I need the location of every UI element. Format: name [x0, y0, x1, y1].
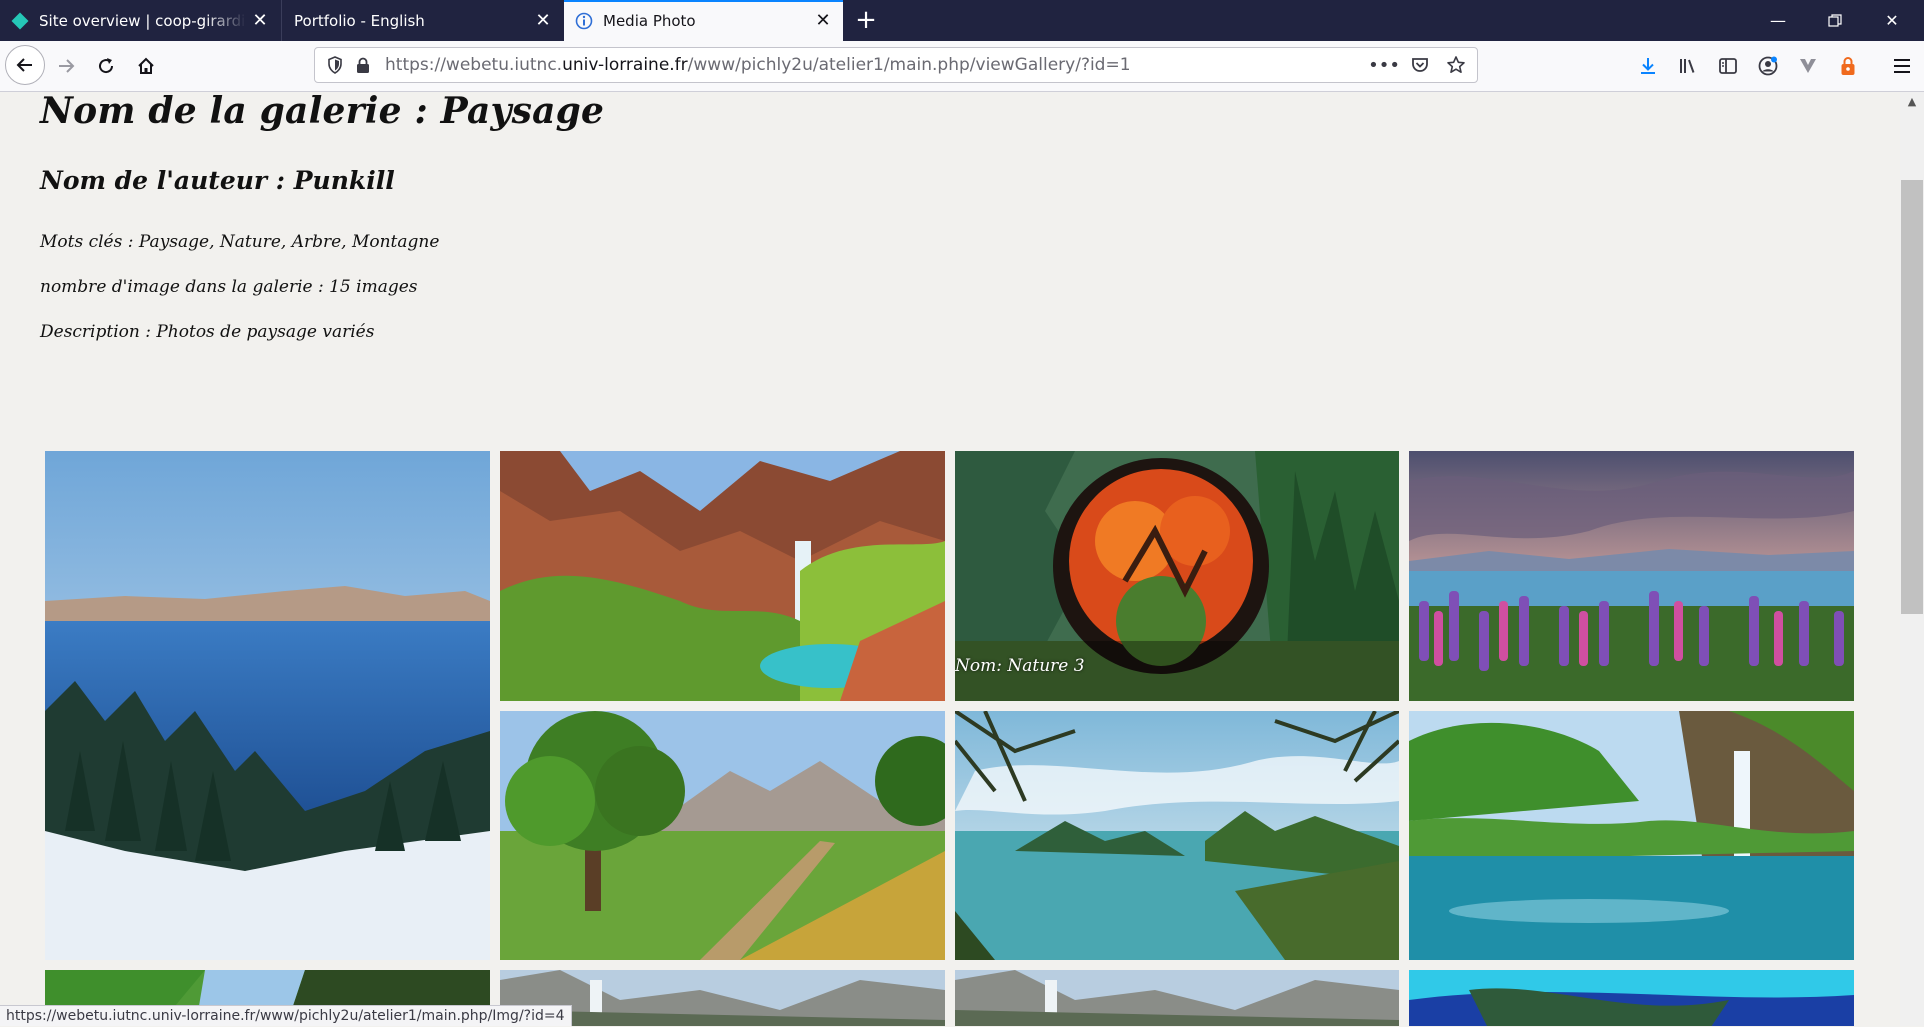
tracking-shield-icon[interactable]: [325, 56, 345, 74]
gallery-thumbnail-nature-3[interactable]: Nom: Nature 3: [955, 451, 1399, 701]
gallery-image-count: nombre d'image dans la galerie : 15 imag…: [40, 277, 418, 297]
tab-title: Portfolio - English: [294, 11, 425, 30]
gallery-thumbnail-row3-4[interactable]: [1409, 970, 1854, 1026]
gallery-thumbnail-lupins[interactable]: [1409, 451, 1854, 701]
scroll-up-arrow-icon[interactable]: ▲: [1900, 92, 1924, 112]
tab-media-photo[interactable]: Media Photo ✕: [564, 0, 843, 41]
gallery-thumbnail-waterfall-lake[interactable]: [1409, 711, 1854, 960]
gallery-thumbnail-row3-3[interactable]: [955, 970, 1399, 1026]
gallery-keywords: Mots clés : Paysage, Nature, Arbre, Mont…: [40, 232, 440, 252]
sidebar-icon[interactable]: [1708, 48, 1748, 84]
library-icon[interactable]: [1668, 48, 1708, 84]
account-icon[interactable]: [1748, 48, 1788, 84]
menu-hamburger-icon[interactable]: [1882, 48, 1922, 84]
close-tab-icon[interactable]: ✕: [809, 10, 837, 31]
downloads-icon[interactable]: [1628, 48, 1668, 84]
tab-site-overview[interactable]: Site overview | coop-girardinvil ✕: [0, 0, 280, 41]
navigation-toolbar: https://webetu.iutnc.univ-lorraine.fr/ww…: [0, 41, 1924, 92]
new-tab-icon[interactable]: +: [850, 4, 882, 36]
lock-icon[interactable]: [353, 57, 373, 74]
gallery-thumbnail-lake[interactable]: [45, 451, 490, 960]
url-host: univ-lorraine.fr: [562, 55, 688, 75]
tab-strip: Site overview | coop-girardinvil ✕ Portf…: [0, 0, 1924, 41]
tab-portfolio[interactable]: Portfolio - English ✕: [281, 0, 563, 41]
scrollbar-thumb[interactable]: [1901, 180, 1923, 614]
more-actions-icon[interactable]: •••: [1368, 54, 1400, 76]
extension-v-icon[interactable]: [1788, 48, 1828, 84]
url-bar[interactable]: https://webetu.iutnc.univ-lorraine.fr/ww…: [314, 47, 1478, 83]
info-favicon-icon: [574, 11, 594, 31]
forward-arrow-icon[interactable]: [48, 48, 84, 84]
reload-icon[interactable]: [88, 48, 124, 84]
home-icon[interactable]: [128, 48, 164, 84]
bookmark-star-icon[interactable]: [1445, 54, 1467, 76]
minimize-icon[interactable]: —: [1750, 0, 1806, 41]
gallery-title: Nom de la galerie : Paysage: [40, 92, 605, 132]
extension-lock-icon[interactable]: [1828, 48, 1868, 84]
netlify-diamond-icon: [10, 11, 30, 31]
tab-title: Site overview | coop-girardinvil: [39, 11, 246, 30]
gallery-thumbnail-canyon-waterfall[interactable]: [500, 451, 945, 701]
gallery-thumbnail-lagoon-islands[interactable]: [955, 711, 1399, 960]
back-arrow-icon[interactable]: [5, 45, 45, 85]
tab-title: Media Photo: [603, 11, 696, 30]
status-link-preview: https://webetu.iutnc.univ-lorraine.fr/ww…: [0, 1005, 572, 1026]
url-text[interactable]: https://webetu.iutnc.univ-lorraine.fr/ww…: [385, 55, 1131, 75]
restore-window-icon[interactable]: [1807, 0, 1863, 41]
gallery-author: Nom de l'auteur : Punkill: [40, 166, 395, 195]
gallery-thumbnail-tree-path[interactable]: [500, 711, 945, 960]
pocket-icon[interactable]: [1409, 54, 1431, 76]
page-scrollbar[interactable]: ▲: [1900, 92, 1924, 1026]
close-tab-icon[interactable]: ✕: [246, 10, 274, 31]
url-path: /www/pichly2u/atelier1/main.php/viewGall…: [687, 55, 1131, 75]
thumbnail-caption: Nom: Nature 3: [955, 656, 1085, 676]
page-content: Nom de la galerie : Paysage Nom de l'aut…: [0, 92, 1900, 1026]
url-prefix: https://webetu.iutnc.: [385, 55, 563, 75]
gallery-description: Description : Photos de paysage variés: [40, 322, 375, 342]
close-tab-icon[interactable]: ✕: [529, 10, 557, 31]
close-window-icon[interactable]: ✕: [1864, 0, 1920, 41]
